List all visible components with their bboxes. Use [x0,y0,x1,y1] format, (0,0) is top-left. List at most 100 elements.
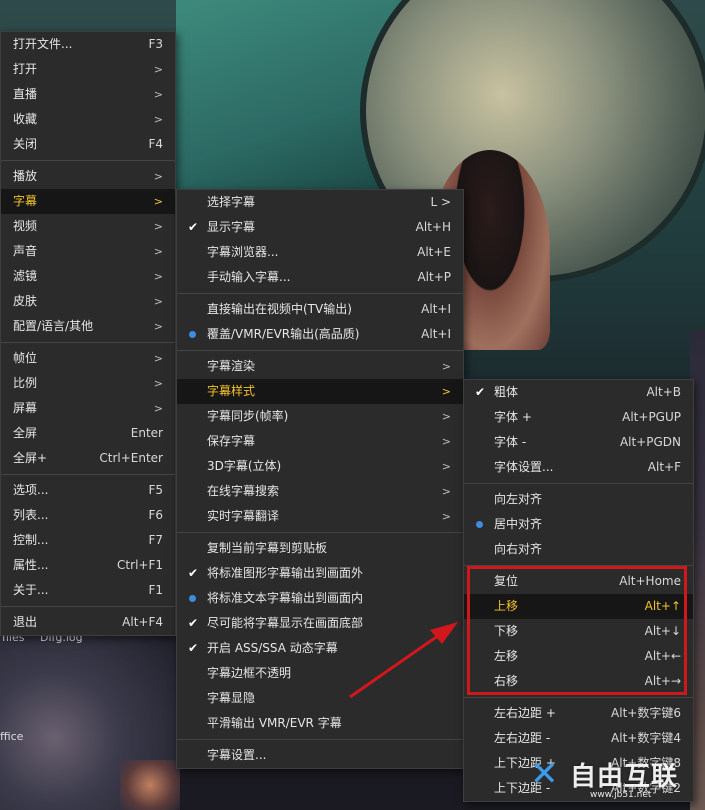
chevron-right-icon: > [153,270,163,283]
main-menu-item-21[interactable]: 列表... F6 [1,503,175,528]
subtitle-menu-item-16[interactable]: 复制当前字幕到剪贴板 [177,536,463,561]
style-menu-item-11[interactable]: 下移 Alt+↓ [464,619,693,644]
subtitle-menu-item-9[interactable]: 字幕样式 > [177,379,463,404]
menu-item-label: 覆盖/VMR/EVR输出(高品质) [207,327,360,341]
menu-item-label: 3D字幕(立体) [207,459,282,473]
menu-separator [177,739,463,740]
subtitle-menu-item-19[interactable]: ✔ 尽可能将字幕显示在画面底部 [177,611,463,636]
style-menu-item-13[interactable]: 右移 Alt+→ [464,669,693,694]
style-menu-item-10[interactable]: 上移 Alt+↑ [464,594,693,619]
subtitle-menu-item-3[interactable]: 手动输入字幕... Alt+P [177,265,463,290]
menu-item-label: 粗体 [494,385,519,399]
subtitle-menu-item-1[interactable]: ✔ 显示字幕 Alt+H [177,215,463,240]
chevron-right-icon: > [153,113,163,126]
menu-item-shortcut: F6 [148,508,163,522]
style-menu-item-12[interactable]: 左移 Alt+← [464,644,693,669]
subtitle-menu-item-11[interactable]: 保存字幕 > [177,429,463,454]
menu-item-label: 收藏 [13,112,38,126]
menu-item-shortcut: Alt+PGDN [619,435,681,449]
subtitle-menu-item-21[interactable]: 字幕边框不透明 [177,661,463,686]
menu-item-shortcut: F3 [148,37,163,51]
style-menu-item-16[interactable]: 左右边距 - Alt+数字键4 [464,726,693,751]
chevron-right-icon: > [153,377,163,390]
style-menu-item-9[interactable]: 复位 Alt+Home [464,569,693,594]
main-menu-item-24[interactable]: 关于... F1 [1,578,175,603]
style-menu-item-1[interactable]: 字体 + Alt+PGUP [464,405,693,430]
radio-dot-icon [189,595,196,602]
menu-item-shortcut: Ctrl+Enter [99,451,163,465]
main-menu-item-20[interactable]: 选项... F5 [1,478,175,503]
subtitle-menu-item-10[interactable]: 字幕同步(帧率) > [177,404,463,429]
main-menu-item-12[interactable]: 配置/语言/其他 > [1,314,175,339]
style-menu-item-15[interactable]: 左右边距 + Alt+数字键6 [464,701,693,726]
main-menu-item-4[interactable]: 关闭 F4 [1,132,175,157]
main-menu-item-1[interactable]: 打开 > [1,57,175,82]
menu-item-label: 上移 [494,599,519,613]
main-menu-item-14[interactable]: 帧位 > [1,346,175,371]
subtitle-style-submenu: ✔ 粗体 Alt+B 字体 + Alt+PGUP 字体 - Alt+PGDN 字体设置... A… [463,379,694,802]
subtitle-menu-item-18[interactable]: 将标准文本字幕输出到画面内 [177,586,463,611]
main-menu-item-0[interactable]: 打开文件... F3 [1,32,175,57]
main-menu-item-17[interactable]: 全屏 Enter [1,421,175,446]
menu-item-label: 配置/语言/其他 [13,319,94,333]
menu-item-label: 比例 [13,376,38,390]
menu-item-shortcut: Alt+E [417,245,451,259]
subtitle-menu-item-2[interactable]: 字幕浏览器... Alt+E [177,240,463,265]
main-menu-item-11[interactable]: 皮肤 > [1,289,175,314]
checkmark-icon: ✔ [187,616,199,630]
chevron-right-icon: > [441,510,451,523]
menu-item-label: 在线字幕搜索 [207,484,280,498]
style-menu-item-7[interactable]: 向右对齐 [464,537,693,562]
subtitle-menu-item-22[interactable]: 字幕显隐 [177,686,463,711]
style-menu-item-3[interactable]: 字体设置... Alt+F [464,455,693,480]
main-menu-item-9[interactable]: 声音 > [1,239,175,264]
subtitle-menu-item-17[interactable]: ✔ 将标准图形字幕输出到画面外 [177,561,463,586]
subtitle-menu-item-8[interactable]: 字幕渲染 > [177,354,463,379]
main-menu-item-7[interactable]: 字幕 > [1,189,175,214]
style-menu-item-2[interactable]: 字体 - Alt+PGDN [464,430,693,455]
main-menu-item-23[interactable]: 属性... Ctrl+F1 [1,553,175,578]
menu-item-shortcut: F1 [148,583,163,597]
site-watermark: ✕ 自由互联 www.jb51.net [530,754,700,804]
style-menu-item-0[interactable]: ✔ 粗体 Alt+B [464,380,693,405]
menu-item-label: 字幕渲染 [207,359,256,373]
subtitle-menu-item-23[interactable]: 平滑输出 VMR/EVR 字幕 [177,711,463,736]
menu-item-shortcut: Alt+↑ [644,599,681,613]
menu-item-label: 显示字幕 [207,220,256,234]
menu-item-shortcut: Ctrl+F1 [117,558,163,572]
desktop-file-label[interactable]: ffice [0,730,23,743]
chevron-right-icon: > [441,485,451,498]
style-menu-item-5[interactable]: 向左对齐 [464,487,693,512]
subtitle-menu-item-5[interactable]: 直接输出在视频中(TV输出) Alt+I [177,297,463,322]
main-menu-item-26[interactable]: 退出 Alt+F4 [1,610,175,635]
main-menu-item-8[interactable]: 视频 > [1,214,175,239]
main-menu-item-18[interactable]: 全屏+ Ctrl+Enter [1,446,175,471]
main-menu-item-6[interactable]: 播放 > [1,164,175,189]
main-menu-item-10[interactable]: 滤镜 > [1,264,175,289]
menu-separator [464,483,693,484]
menu-item-label: 直接输出在视频中(TV输出) [207,302,352,316]
menu-item-label: 全屏+ [13,451,48,465]
subtitle-menu-item-25[interactable]: 字幕设置... [177,743,463,768]
main-menu-item-16[interactable]: 屏幕 > [1,396,175,421]
subtitle-menu-item-6[interactable]: 覆盖/VMR/EVR输出(高品质) Alt+I [177,322,463,347]
chevron-right-icon: > [153,63,163,76]
main-menu-item-3[interactable]: 收藏 > [1,107,175,132]
menu-item-label: 字幕浏览器... [207,245,279,259]
menu-item-shortcut: Alt+H [415,220,451,234]
main-menu-item-22[interactable]: 控制... F7 [1,528,175,553]
subtitle-menu-item-13[interactable]: 在线字幕搜索 > [177,479,463,504]
video-lights-glow [120,760,180,810]
checkmark-icon: ✔ [187,641,199,655]
subtitle-menu-item-20[interactable]: ✔ 开启 ASS/SSA 动态字幕 [177,636,463,661]
style-menu-item-6[interactable]: 居中对齐 [464,512,693,537]
menu-item-label: 控制... [13,533,49,547]
menu-item-shortcut: L > [430,195,451,209]
subtitle-menu-item-14[interactable]: 实时字幕翻译 > [177,504,463,529]
subtitle-menu-item-12[interactable]: 3D字幕(立体) > [177,454,463,479]
chevron-right-icon: > [441,360,451,373]
main-menu-item-2[interactable]: 直播 > [1,82,175,107]
main-menu-item-15[interactable]: 比例 > [1,371,175,396]
subtitle-menu-item-0[interactable]: 选择字幕 L > [177,190,463,215]
menu-item-label: 字幕显隐 [207,691,256,705]
